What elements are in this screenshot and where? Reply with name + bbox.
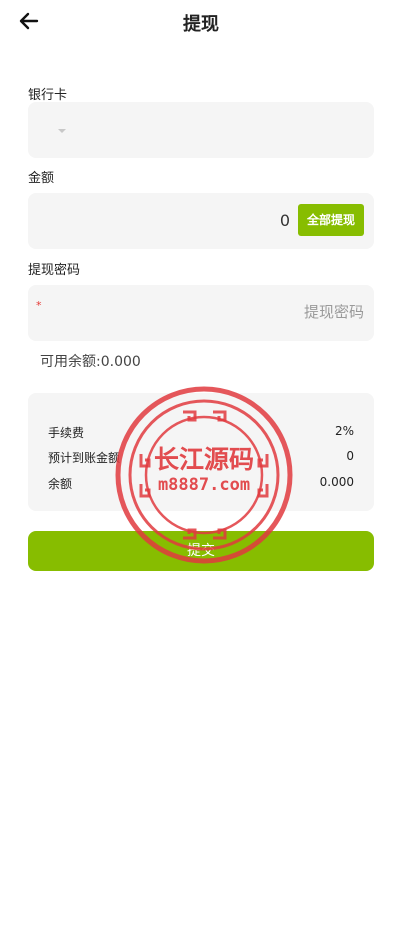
bank-card-select[interactable] bbox=[28, 102, 374, 158]
summary-value: 0.000 bbox=[319, 475, 354, 489]
summary-row-expected: 预计到账金额 0 bbox=[48, 449, 354, 467]
summary-value: 0 bbox=[346, 449, 354, 463]
summary-row-balance: 余额 0.000 bbox=[48, 475, 354, 493]
bank-card-label: 银行卡 bbox=[28, 88, 68, 103]
chevron-down-icon bbox=[58, 129, 66, 133]
submit-button[interactable]: 提交 bbox=[28, 531, 374, 571]
header: 提现 bbox=[0, 0, 402, 44]
amount-value[interactable]: 0 bbox=[280, 211, 290, 230]
summary-key: 预计到账金额 bbox=[48, 451, 121, 465]
available-balance: 可用余额:0.000 bbox=[40, 354, 141, 370]
summary-key: 手续费 bbox=[48, 426, 85, 440]
amount-label: 金额 bbox=[28, 171, 55, 186]
summary-value: 2% bbox=[334, 424, 354, 438]
password-input[interactable] bbox=[52, 295, 364, 329]
password-label: 提现密码 bbox=[28, 263, 81, 278]
password-field: * bbox=[28, 285, 374, 341]
summary-key: 余额 bbox=[48, 477, 73, 491]
withdraw-all-button[interactable]: 全部提现 bbox=[298, 204, 364, 236]
summary-row-fee: 手续费 2% bbox=[48, 424, 354, 442]
required-mark: * bbox=[36, 299, 42, 312]
fee-summary: 手续费 2% 预计到账金额 0 余额 0.000 bbox=[28, 393, 374, 511]
amount-field[interactable]: 0 全部提现 bbox=[28, 193, 374, 249]
page-title: 提现 bbox=[183, 14, 219, 35]
